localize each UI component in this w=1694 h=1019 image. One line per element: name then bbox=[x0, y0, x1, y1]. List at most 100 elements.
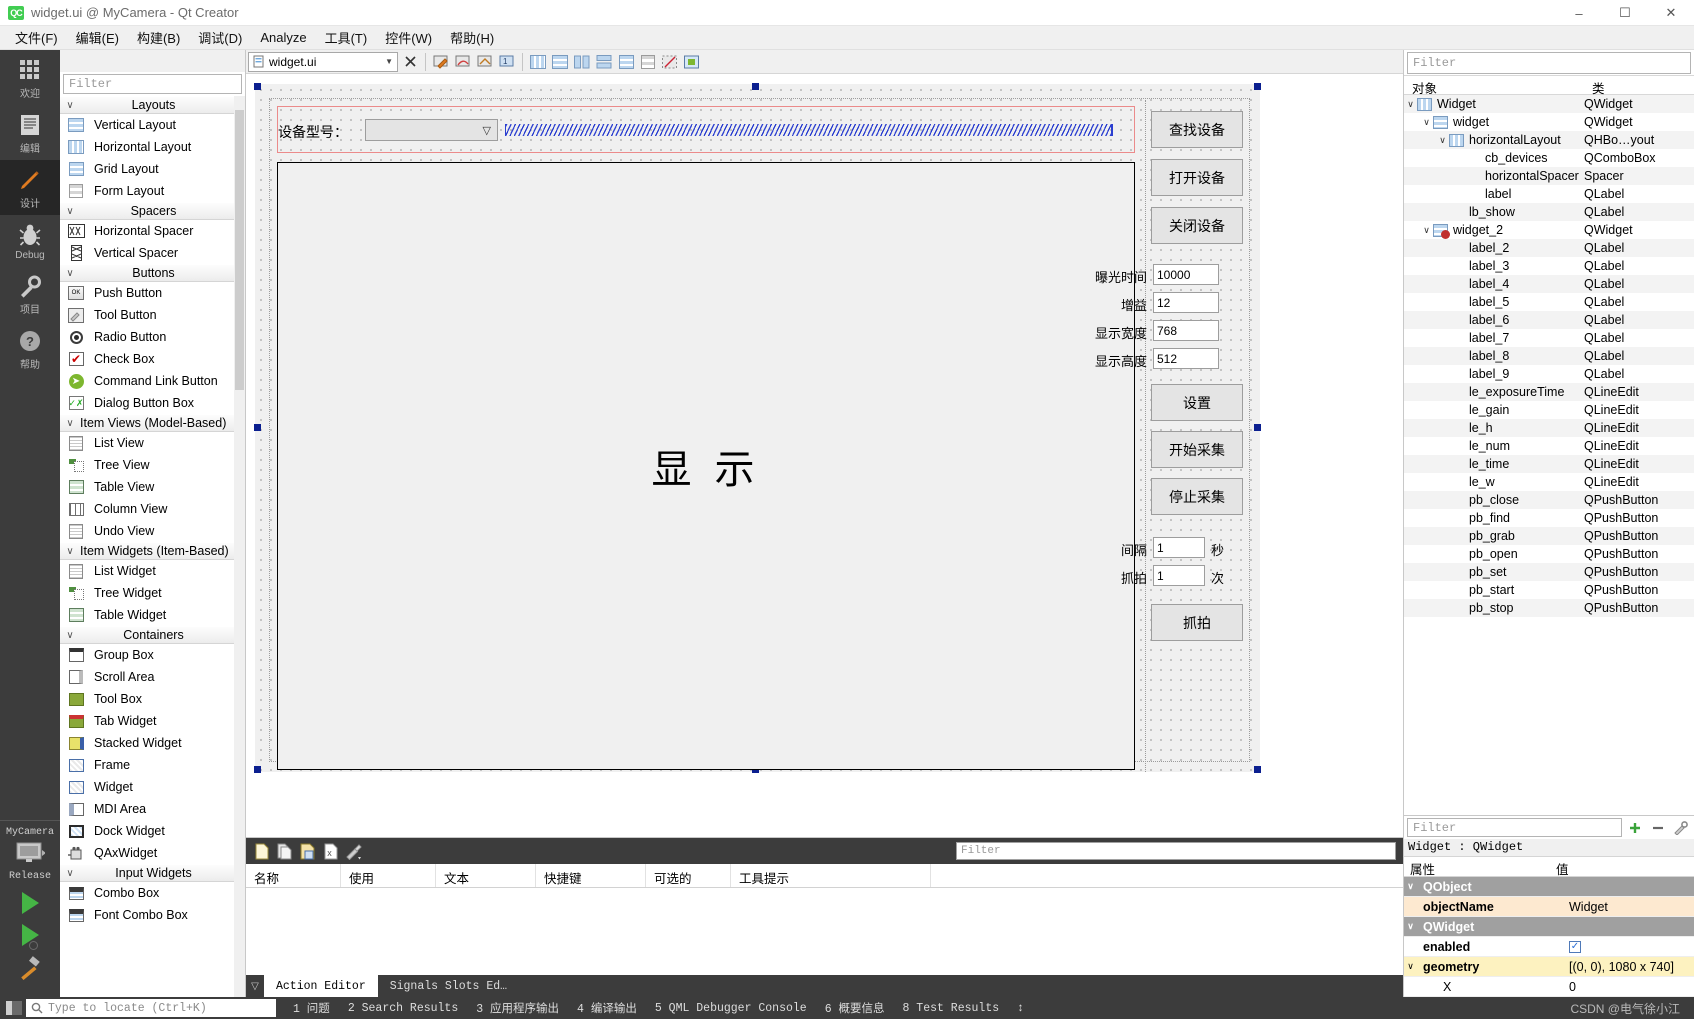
maximize-button[interactable]: ☐ bbox=[1602, 0, 1648, 26]
widget-item-qaxwidget[interactable]: QAxWidget bbox=[60, 842, 245, 864]
action-column-5[interactable]: 工具提示 bbox=[731, 864, 931, 887]
object-row-label_4[interactable]: label_4 QLabel bbox=[1404, 275, 1694, 293]
widget-item-tool-button[interactable]: Tool Button bbox=[60, 304, 245, 326]
action-column-4[interactable]: 可选的 bbox=[646, 864, 731, 887]
break-layout-button[interactable] bbox=[660, 52, 680, 72]
minus-icon[interactable] bbox=[1648, 818, 1668, 838]
status-item-5[interactable]: 6 概要信息 bbox=[816, 1000, 894, 1016]
widget-item-dialog-button-box[interactable]: ✓✗ Dialog Button Box bbox=[60, 392, 245, 414]
selection-handle-bottom-left[interactable] bbox=[254, 766, 261, 773]
object-row-horizontalSpacer[interactable]: horizontalSpacer Spacer bbox=[1404, 167, 1694, 185]
property-editor-filter-input[interactable]: Filter bbox=[1407, 818, 1622, 837]
widget-box-scrollbar[interactable] bbox=[234, 96, 245, 997]
property-value[interactable]: 0 bbox=[1563, 980, 1694, 994]
menu-1[interactable]: 文件(F) bbox=[6, 25, 67, 50]
widget-item-horizontal-layout[interactable]: Horizontal Layout bbox=[60, 136, 245, 158]
object-row-le_w[interactable]: le_w QLineEdit bbox=[1404, 473, 1694, 491]
status-item-3[interactable]: 4 编译输出 bbox=[568, 1000, 646, 1016]
chevron-down-icon[interactable]: ∨ bbox=[1404, 99, 1417, 110]
widget-item-widget[interactable]: Widget bbox=[60, 776, 245, 798]
menu-6[interactable]: 工具(T) bbox=[316, 25, 377, 50]
object-row-pb_set[interactable]: pb_set QPushButton bbox=[1404, 563, 1694, 581]
settings-icon[interactable] bbox=[345, 842, 363, 860]
object-row-label_3[interactable]: label_3 QLabel bbox=[1404, 257, 1694, 275]
form-button-top-1[interactable]: 打开设备 bbox=[1151, 159, 1243, 196]
chevron-down-icon[interactable]: ∨ bbox=[60, 418, 80, 429]
property-row-geometry[interactable]: ∨ geometry [(0, 0), 1080 x 740] bbox=[1404, 957, 1694, 977]
widget-item-combo-box[interactable]: Combo Box bbox=[60, 882, 245, 904]
widget-item-radio-button[interactable]: Radio Button bbox=[60, 326, 245, 348]
object-row-label_8[interactable]: label_8 QLabel bbox=[1404, 347, 1694, 365]
object-row-label_2[interactable]: label_2 QLabel bbox=[1404, 239, 1694, 257]
selection-handle-top-center[interactable] bbox=[752, 83, 759, 90]
form-field-label-0[interactable]: 曝光时间 bbox=[1085, 267, 1147, 286]
status-item-0[interactable]: 1 问题 bbox=[284, 1000, 339, 1016]
property-row-enabled[interactable]: enabled ✓ bbox=[1404, 937, 1694, 957]
object-row-pb_grab[interactable]: pb_grab QPushButton bbox=[1404, 527, 1694, 545]
minimize-button[interactable]: – bbox=[1556, 0, 1602, 26]
horizontal-spacer[interactable] bbox=[505, 124, 1113, 136]
widget-item-form-layout[interactable]: Form Layout bbox=[60, 180, 245, 202]
object-row-le_time[interactable]: le_time QLineEdit bbox=[1404, 455, 1694, 473]
mode-帮助[interactable]: ? 帮助 bbox=[0, 321, 60, 376]
widget-category-containers[interactable]: ∨ Containers bbox=[60, 626, 245, 644]
display-label[interactable]: 显 示 bbox=[277, 162, 1135, 770]
action-column-3[interactable]: 快捷键 bbox=[536, 864, 646, 887]
close-document-button[interactable] bbox=[400, 52, 420, 72]
object-row-pb_find[interactable]: pb_find QPushButton bbox=[1404, 509, 1694, 527]
mode-设计[interactable]: 设计 bbox=[0, 160, 60, 215]
edit-signals-slots-mode-icon[interactable] bbox=[453, 52, 473, 72]
open-file-combo[interactable]: widget.ui ▼ bbox=[248, 51, 398, 72]
form-bottom-unit-0[interactable]: 秒 bbox=[1211, 540, 1224, 559]
form-bottom-input-0[interactable]: 1 bbox=[1153, 537, 1205, 558]
form-field-input-3[interactable]: 512 bbox=[1153, 348, 1219, 369]
object-row-le_h[interactable]: le_h QLineEdit bbox=[1404, 419, 1694, 437]
form-button-top-0[interactable]: 查找设备 bbox=[1151, 111, 1243, 148]
layout-horizontally-button[interactable] bbox=[528, 52, 548, 72]
edit-buddies-mode-icon[interactable] bbox=[475, 52, 495, 72]
object-row-le_num[interactable]: le_num QLineEdit bbox=[1404, 437, 1694, 455]
kit-selector[interactable]: MyCamera Release bbox=[0, 820, 60, 882]
widget-category-item-views-model-based[interactable]: ∨ Item Views (Model-Based) bbox=[60, 414, 245, 432]
object-row-label_9[interactable]: label_9 QLabel bbox=[1404, 365, 1694, 383]
layout-vertically-button[interactable] bbox=[550, 52, 570, 72]
object-row-pb_stop[interactable]: pb_stop QPushButton bbox=[1404, 599, 1694, 617]
hammer-icon[interactable] bbox=[17, 956, 43, 983]
widget-item-command-link-button[interactable]: ➤ Command Link Button bbox=[60, 370, 245, 392]
status-item-2[interactable]: 3 应用程序输出 bbox=[467, 1000, 568, 1016]
output-pane-expander[interactable]: ↕ bbox=[1008, 1002, 1033, 1015]
form-button-mid-1[interactable]: 开始采集 bbox=[1151, 431, 1243, 468]
enabled-checkbox[interactable]: ✓ bbox=[1569, 940, 1581, 953]
chevron-down-icon[interactable]: ∨ bbox=[1420, 225, 1433, 236]
widget-category-buttons[interactable]: ∨ Buttons bbox=[60, 264, 245, 282]
object-row-le_exposureTime[interactable]: le_exposureTime QLineEdit bbox=[1404, 383, 1694, 401]
mode-编辑[interactable]: 编辑 bbox=[0, 105, 60, 160]
menu-8[interactable]: 帮助(H) bbox=[441, 25, 503, 50]
widget-item-list-view[interactable]: List View bbox=[60, 432, 245, 454]
widget-item-mdi-area[interactable]: MDI Area bbox=[60, 798, 245, 820]
action-editor-body[interactable] bbox=[246, 888, 1403, 975]
selection-handle-bottom-right[interactable] bbox=[1254, 766, 1261, 773]
menu-3[interactable]: 构建(B) bbox=[128, 25, 189, 50]
form-field-label-1[interactable]: 增益 bbox=[1085, 295, 1147, 314]
menu-4[interactable]: 调试(D) bbox=[189, 25, 251, 50]
property-value[interactable]: [(0, 0), 1080 x 740] bbox=[1563, 960, 1694, 974]
chevron-down-icon[interactable]: ∨ bbox=[1404, 921, 1417, 932]
object-row-label[interactable]: label QLabel bbox=[1404, 185, 1694, 203]
widget-category-item-widgets-item-based[interactable]: ∨ Item Widgets (Item-Based) bbox=[60, 542, 245, 560]
menu-5[interactable]: Analyze bbox=[251, 27, 315, 48]
property-value[interactable]: ✓ bbox=[1563, 940, 1694, 953]
property-value[interactable]: Widget bbox=[1563, 900, 1694, 914]
edit-tab-order-mode-icon[interactable]: 1 bbox=[497, 52, 517, 72]
chevron-down-icon[interactable]: ∨ bbox=[1436, 135, 1449, 146]
mode-项目[interactable]: 项目 bbox=[0, 266, 60, 321]
object-row-le_gain[interactable]: le_gain QLineEdit bbox=[1404, 401, 1694, 419]
widget-item-tool-box[interactable]: Tool Box bbox=[60, 688, 245, 710]
status-item-1[interactable]: 2 Search Results bbox=[339, 1002, 467, 1015]
property-row-QWidget[interactable]: ∨ QWidget bbox=[1404, 917, 1694, 937]
chevron-down-icon[interactable]: ▽ bbox=[246, 981, 264, 992]
devices-combobox[interactable]: ▽ bbox=[365, 119, 498, 141]
form-bottom-label-0[interactable]: 间隔 bbox=[1105, 540, 1147, 559]
action-column-1[interactable]: 使用 bbox=[341, 864, 436, 887]
status-item-4[interactable]: 5 QML Debugger Console bbox=[646, 1002, 816, 1015]
